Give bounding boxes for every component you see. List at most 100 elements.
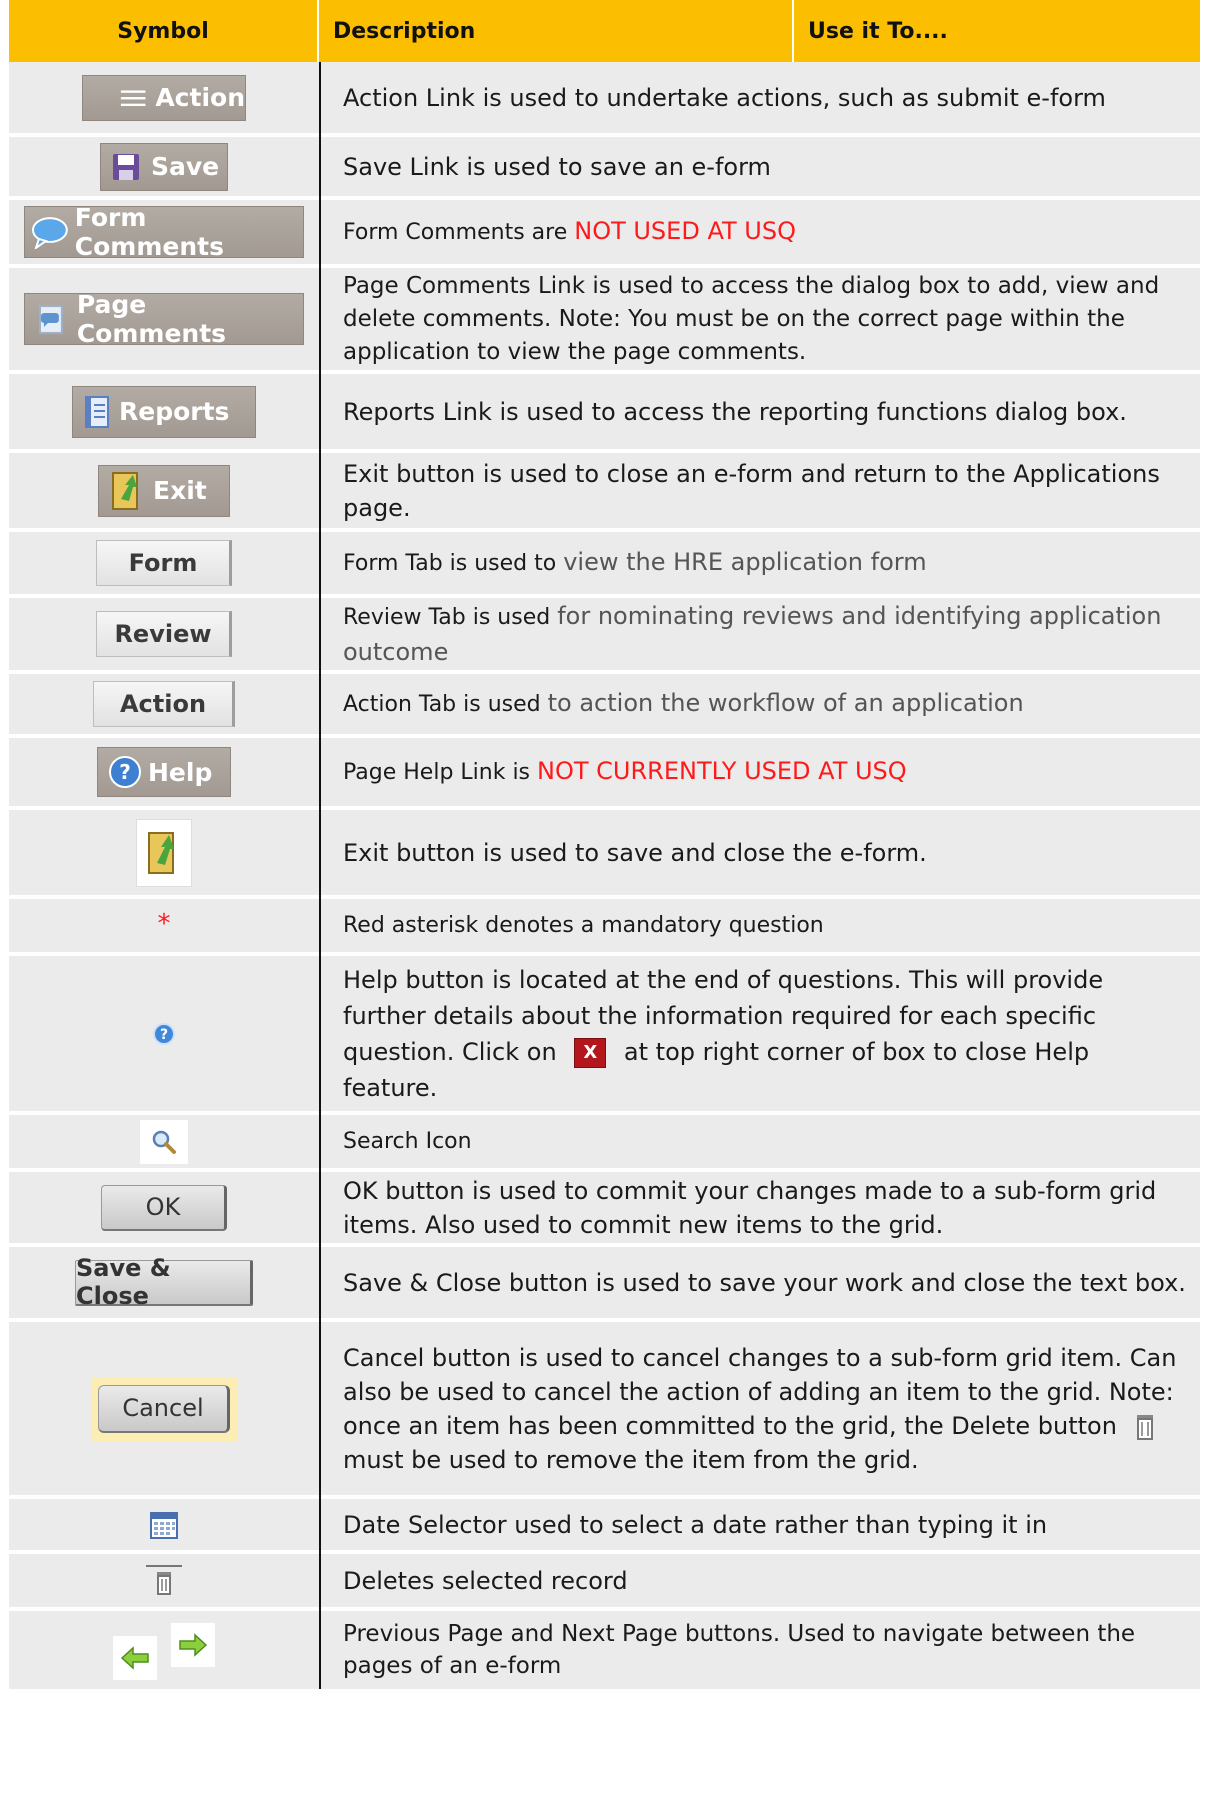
table-row: Form Form Tab is used to view the HRE ap…: [9, 532, 1200, 598]
table-row: Date Selector used to select a date rath…: [9, 1499, 1200, 1554]
help-link-label: Help: [148, 757, 213, 787]
trash-icon[interactable]: [144, 1564, 184, 1598]
desc-part: to action the workflow of an application: [547, 689, 1024, 717]
table-row: Action Action Tab is used to action the …: [9, 674, 1200, 738]
search-button[interactable]: [140, 1119, 188, 1164]
header-symbol: Symbol: [9, 0, 319, 62]
review-tab[interactable]: Review: [96, 611, 232, 657]
row-description: Page Help Link is NOT CURRENTLY USED AT …: [343, 754, 907, 790]
exit-link-label: Exit: [153, 476, 207, 505]
close-icon: X: [574, 1037, 607, 1068]
table-row: Search Icon: [9, 1115, 1200, 1172]
exit-door-icon: [148, 831, 174, 874]
report-icon: [85, 395, 109, 428]
table-row: * Red asterisk denotes a mandatory quest…: [9, 899, 1200, 956]
table-row: Exit Exit button is used to close an e-f…: [9, 453, 1200, 532]
previous-page-button[interactable]: [113, 1636, 157, 1680]
arrow-left-icon: [120, 1646, 149, 1670]
row-description: OK button is used to commit your changes…: [343, 1176, 1157, 1239]
search-icon: [152, 1130, 176, 1154]
page-comment-icon: [38, 305, 63, 334]
table-row: Page Comments Page Comments Link is used…: [9, 268, 1200, 374]
next-page-button[interactable]: [171, 1623, 215, 1667]
table-header: Symbol Description Use it To....: [9, 0, 1200, 62]
save-close-button[interactable]: Save & Close: [75, 1254, 253, 1310]
table-row: Reports Reports Link is used to access t…: [9, 374, 1200, 453]
form-comments-label: Form Comments: [74, 203, 224, 261]
calendar-icon[interactable]: [149, 1510, 179, 1540]
desc-part: Action Tab is used: [343, 692, 548, 717]
table-row: Form Comments Form Comments are NOT USED…: [9, 200, 1200, 268]
row-description: Form Comments are NOT USED AT USQ: [343, 214, 796, 250]
svg-text:?: ?: [119, 760, 131, 784]
table-row: Save Save Link is used to save an e-form: [9, 137, 1200, 200]
row-description: Save & Close button is used to save your…: [343, 1268, 1186, 1297]
row-description: Exit button is used to close an e-form a…: [343, 459, 1160, 522]
header-description: Description: [319, 0, 794, 62]
save-link-label: Save: [151, 152, 220, 181]
svg-text:?: ?: [160, 1027, 168, 1043]
desc-part: Review Tab is used: [343, 605, 558, 630]
arrow-right-icon: [179, 1633, 208, 1657]
symbol-legend-table: Symbol Description Use it To.... Action …: [9, 0, 1200, 1689]
not-used-notice: NOT CURRENTLY USED AT USQ: [537, 757, 907, 785]
help-icon[interactable]: ?: [152, 1022, 176, 1046]
form-tab[interactable]: Form: [96, 540, 232, 586]
row-description: Reports Link is used to access the repor…: [343, 397, 1127, 426]
table-row: Exit button is used to save and close th…: [9, 810, 1200, 899]
desc-part: Form Comments are: [343, 220, 575, 245]
table-row: Deletes selected record: [9, 1554, 1200, 1611]
table-row: ? Help Page Help Link is NOT CURRENTLY U…: [9, 738, 1200, 810]
row-description: Exit button is used to save and close th…: [343, 838, 927, 867]
row-description: Red asterisk denotes a mandatory questio…: [343, 912, 824, 938]
row-description: Cancel button is used to cancel changes …: [343, 1341, 1190, 1477]
desc-part: view the HRE application form: [563, 548, 927, 576]
row-description: Review Tab is used for nominating review…: [343, 599, 1190, 669]
table-row: Review Review Tab is used for nominating…: [9, 598, 1200, 674]
mandatory-asterisk: *: [157, 909, 171, 939]
table-body: Action Action Link is used to undertake …: [9, 62, 1200, 1689]
row-description: Deletes selected record: [343, 1566, 628, 1595]
action-tab[interactable]: Action: [93, 681, 235, 727]
table-row: Previous Page and Next Page buttons. Use…: [9, 1611, 1200, 1689]
table-row: Cancel Cancel button is used to cancel c…: [9, 1322, 1200, 1499]
row-description: Action Link is used to undertake actions…: [343, 83, 1106, 112]
desc-part: Cancel button is used to cancel changes …: [343, 1343, 1177, 1440]
not-used-notice: NOT USED AT USQ: [574, 217, 796, 245]
row-description: Save Link is used to save an e-form: [343, 152, 771, 181]
row-description: Help button is located at the end of que…: [343, 962, 1190, 1106]
save-link-button[interactable]: Save: [100, 142, 228, 191]
action-link-button[interactable]: Action: [82, 74, 246, 121]
desc-part: must be used to remove the item from the…: [343, 1445, 919, 1474]
table-row: Action Action Link is used to undertake …: [9, 62, 1200, 137]
exit-icon-button[interactable]: [136, 818, 192, 887]
desc-part: Page Help Link is: [343, 760, 538, 785]
desc-part: Form Tab is used to: [343, 551, 564, 576]
row-description: Action Tab is used to action the workflo…: [343, 686, 1024, 722]
table-row: ? Help button is located at the end of q…: [9, 956, 1200, 1115]
table-row: OK OK button is used to commit your chan…: [9, 1172, 1200, 1247]
form-comments-link-button[interactable]: Form Comments: [24, 203, 304, 261]
header-use-it-to: Use it To....: [808, 18, 948, 44]
reports-label: Reports: [119, 397, 230, 426]
exit-door-icon: [112, 471, 138, 510]
row-description: Date Selector used to select a date rath…: [343, 1510, 1048, 1539]
row-description: Page Comments Link is used to access the…: [343, 272, 1160, 365]
page-comments-label: Page Comments: [76, 290, 227, 348]
table-row: Save & Close Save & Close button is used…: [9, 1247, 1200, 1322]
action-link-label: Action: [155, 83, 245, 112]
page-comments-link-button[interactable]: Page Comments: [24, 290, 304, 348]
cancel-button[interactable]: Cancel: [98, 1384, 230, 1433]
exit-link-button[interactable]: Exit: [98, 464, 230, 517]
question-circle-icon: ?: [109, 756, 141, 788]
column-divider: [319, 62, 321, 1689]
row-description: Form Tab is used to view the HRE applica…: [343, 545, 927, 581]
row-description: Previous Page and Next Page buttons. Use…: [343, 1621, 1136, 1679]
reports-link-button[interactable]: Reports: [72, 385, 256, 438]
ok-button[interactable]: OK: [101, 1184, 227, 1231]
floppy-disk-icon: [113, 153, 139, 180]
menu-icon: [120, 89, 146, 106]
row-description: Search Icon: [343, 1128, 472, 1154]
speech-bubble-icon: [31, 217, 68, 249]
page-help-link-button[interactable]: ? Help: [97, 747, 231, 797]
